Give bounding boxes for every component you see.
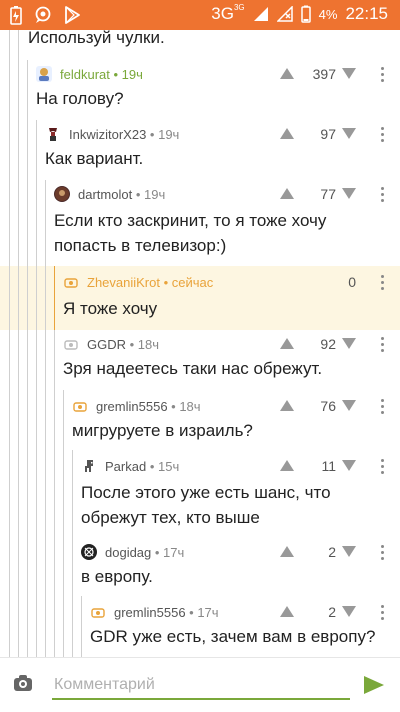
comment-item: GGDR • 18ч 92 Зря надеетесь таки нас обр…: [0, 332, 400, 390]
more-options-icon[interactable]: [381, 67, 385, 82]
comment-score: 92: [320, 336, 336, 352]
downvote-icon[interactable]: [342, 460, 356, 471]
comment-time: • 15ч: [146, 458, 180, 474]
downvote-icon[interactable]: [342, 68, 356, 79]
avatar-dogidag[interactable]: [81, 544, 97, 560]
more-options-icon[interactable]: [381, 545, 385, 560]
no-sim-icon: [276, 6, 293, 22]
clock: 22:15: [345, 4, 388, 23]
comment-score: 2: [328, 604, 336, 620]
comment-author[interactable]: dogidag: [105, 545, 151, 560]
upvote-icon[interactable]: [280, 606, 294, 617]
comment-score: 76: [320, 398, 336, 414]
comment-score: 77: [320, 186, 336, 202]
comment-item: gremlin5556 • 18ч 76 мигруруете в израил…: [0, 394, 400, 452]
comment-input[interactable]: [52, 672, 350, 700]
upvote-icon[interactable]: [280, 400, 294, 411]
comment-text: GDR уже есть, зачем вам в европу?: [90, 627, 376, 646]
comment-time: • 18ч: [167, 398, 201, 414]
comment-item: InkwizitorX23 • 19ч 97 Как вариант.: [0, 122, 400, 180]
network-type: 3G3G: [211, 3, 245, 23]
comment-text: Как вариант.: [45, 149, 144, 168]
signal-icon: [253, 7, 268, 21]
downvote-icon[interactable]: [342, 606, 356, 617]
comment-item: feldkurat • 19ч 397 На голову?: [0, 62, 400, 120]
comment-input-bar: [0, 657, 400, 712]
more-options-icon[interactable]: [381, 337, 385, 352]
downvote-icon[interactable]: [342, 546, 356, 557]
comment-text: На голову?: [36, 89, 124, 108]
avatar-feldkurat[interactable]: [36, 66, 52, 82]
comment-item: dogidag • 17ч 2 в европу.: [0, 540, 400, 598]
upvote-icon[interactable]: [280, 460, 294, 471]
status-bar: 3G3G 4% 22:15: [0, 0, 400, 30]
more-options-icon[interactable]: [381, 399, 385, 414]
avatar-gremlin[interactable]: [90, 604, 106, 620]
status-right: 3G3G 4% 22:15: [211, 3, 388, 24]
comment-score: 397: [312, 66, 336, 82]
battery-charging-icon: [10, 6, 22, 25]
avatar-ggdr[interactable]: [63, 336, 79, 352]
comment-text-parent: Используй чулки.: [28, 30, 165, 47]
comment-text: Если кто заскринит, то я тоже хочу попас…: [54, 211, 327, 255]
upvote-icon[interactable]: [280, 68, 294, 79]
more-options-icon[interactable]: [381, 187, 385, 202]
avatar-inkwizitor[interactable]: [45, 126, 61, 142]
comment-time: • 17ч: [185, 604, 219, 620]
comment-time: • 19ч: [132, 186, 166, 202]
comment-author[interactable]: gremlin5556: [96, 399, 168, 414]
comment-time: • сейчас: [159, 274, 214, 290]
comment-score: 2: [328, 544, 336, 560]
comment-time: • 19ч: [109, 66, 143, 82]
comment-author[interactable]: feldkurat: [60, 67, 110, 82]
comment-time: • 19ч: [146, 126, 180, 142]
send-icon[interactable]: [364, 676, 384, 694]
comment-item: gremlin5556 • 17ч 2 GDR уже есть, зачем …: [0, 600, 400, 657]
battery-low-icon: [300, 5, 311, 23]
comment-time: • 18ч: [126, 336, 160, 352]
status-left-icons: [10, 5, 80, 25]
avatar-parkad[interactable]: [81, 458, 97, 474]
play-store-icon: [65, 6, 80, 24]
comment-author[interactable]: ZhevaniiKrot: [87, 275, 160, 290]
comment-text: Я тоже хочу: [63, 299, 158, 318]
avatar-dartmolot[interactable]: [54, 186, 70, 202]
downvote-icon[interactable]: [342, 188, 356, 199]
downvote-icon[interactable]: [342, 128, 356, 139]
comment-author[interactable]: GGDR: [87, 337, 126, 352]
comment-thread[interactable]: Используй чулки. feldkurat • 19ч 397 На …: [0, 30, 400, 657]
comment-score: 97: [320, 126, 336, 142]
comment-score: 0: [348, 274, 356, 290]
comment-item: dartmolot • 19ч 77 Если кто заскринит, т…: [0, 182, 400, 266]
comment-author[interactable]: dartmolot: [78, 187, 132, 202]
downvote-icon[interactable]: [342, 338, 356, 349]
comment-text: Зря надеетесь таки нас обрежут.: [63, 359, 323, 378]
comment-text: в европу.: [81, 567, 153, 586]
comment-time: • 17ч: [151, 544, 185, 560]
comment-author[interactable]: Parkad: [105, 459, 146, 474]
more-options-icon[interactable]: [381, 605, 385, 620]
upvote-icon[interactable]: [280, 128, 294, 139]
comment-text: После этого уже есть шанс, что обрежут т…: [81, 483, 331, 527]
upvote-icon[interactable]: [280, 188, 294, 199]
avatar-zhevaniikrot[interactable]: [63, 274, 79, 290]
avatar-gremlin[interactable]: [72, 398, 88, 414]
bubble-icon: [35, 6, 51, 23]
comment-text: мигруруете в израиль?: [72, 421, 253, 440]
more-options-icon[interactable]: [381, 127, 385, 142]
battery-percent: 4%: [318, 6, 338, 22]
more-options-icon[interactable]: [381, 459, 385, 474]
more-options-icon[interactable]: [381, 275, 385, 290]
comment-author[interactable]: InkwizitorX23: [69, 127, 146, 142]
comment-item-own: ZhevaniiKrot • сейчас 0 Я тоже хочу: [0, 270, 400, 328]
comment-score: 11: [321, 458, 336, 474]
camera-icon[interactable]: [14, 678, 32, 691]
downvote-icon[interactable]: [342, 400, 356, 411]
upvote-icon[interactable]: [280, 338, 294, 349]
comment-item: Parkad • 15ч 11 После этого уже есть шан…: [0, 454, 400, 538]
upvote-icon[interactable]: [280, 546, 294, 557]
comment-author[interactable]: gremlin5556: [114, 605, 186, 620]
